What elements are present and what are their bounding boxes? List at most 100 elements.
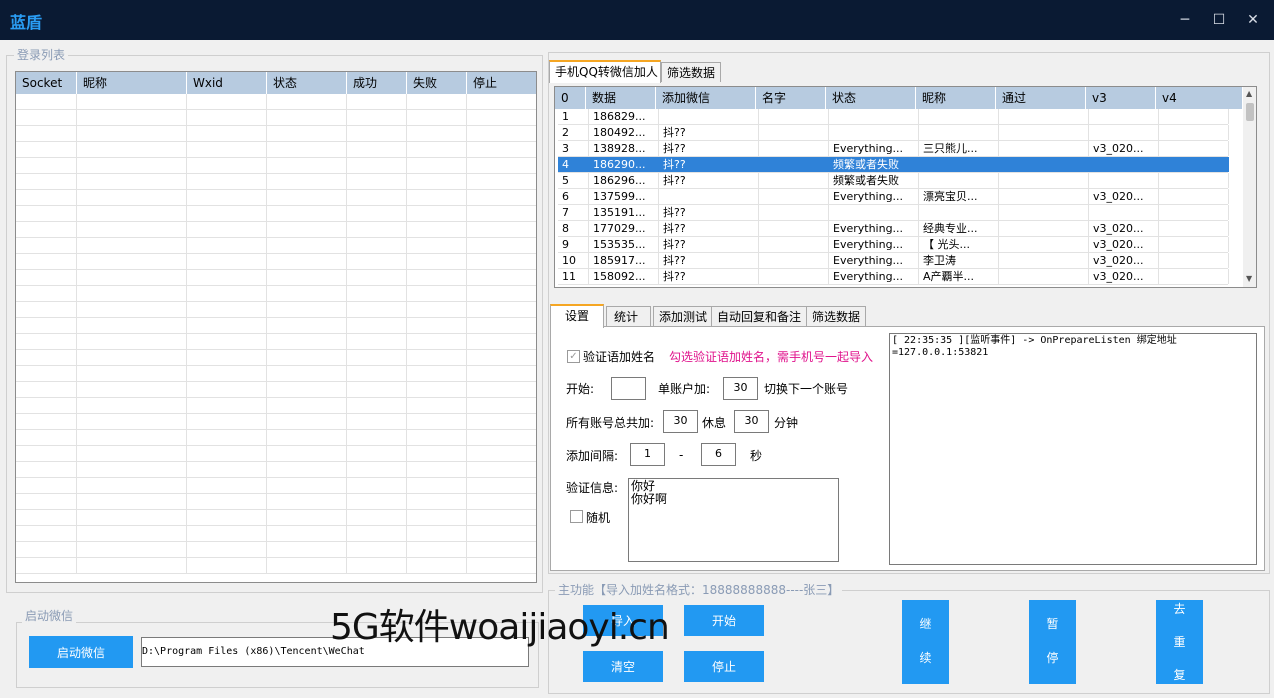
pause-char-1: 暂 (1046, 617, 1059, 631)
per-account-input[interactable]: 30 (723, 377, 758, 400)
data-table-row[interactable]: 7 135191... 抖?? (558, 205, 1229, 221)
data-col-header[interactable]: 通过 (996, 87, 1086, 109)
continue-char-2: 续 (919, 651, 932, 665)
login-empty-row (16, 510, 536, 526)
data-cell: v3_020... (1089, 269, 1159, 284)
tab-auto-reply[interactable]: 自动回复和备注 (711, 306, 808, 328)
data-cell: v3_020... (1089, 253, 1159, 268)
data-cell (999, 221, 1089, 236)
data-col-header[interactable]: 状态 (826, 87, 916, 109)
login-col-header[interactable]: 失败 (407, 72, 467, 94)
login-empty-row (16, 190, 536, 206)
data-table-row[interactable]: 9 153535... 抖?? Everything... 【 光头... v3_020.… (558, 237, 1229, 253)
minimize-icon[interactable]: ─ (1173, 8, 1197, 32)
login-table[interactable]: Socket 昵称 Wxid 状态 成功 失败 停止 (15, 71, 537, 583)
login-col-header[interactable]: 停止 (467, 72, 536, 94)
verify-message-textarea[interactable]: 你好 你好啊 (628, 478, 839, 562)
seconds-label: 秒 (750, 449, 763, 463)
data-col-header[interactable]: 昵称 (916, 87, 996, 109)
tab-statistics[interactable]: 统计 (606, 306, 651, 328)
clear-button[interactable]: 清空 (583, 651, 663, 682)
data-cell: A产覇半... (919, 269, 999, 284)
login-empty-row (16, 462, 536, 478)
data-cell (1159, 269, 1229, 284)
data-col-header[interactable]: v3 (1086, 87, 1156, 109)
data-col-header[interactable]: 数据 (586, 87, 656, 109)
data-cell (999, 269, 1089, 284)
interval-max-input[interactable]: 6 (701, 443, 736, 466)
random-label: 随机 (586, 511, 611, 525)
data-cell: 抖?? (659, 237, 759, 252)
tab-filter-data[interactable]: 筛选数据 (806, 306, 867, 328)
data-table-row[interactable]: 2 180492... 抖?? (558, 125, 1229, 141)
data-table-scrollbar[interactable]: ▲ ▼ (1243, 87, 1256, 287)
data-cell (659, 189, 759, 204)
total-input[interactable]: 30 (663, 410, 698, 433)
log-line-1: [ 22:35:35 ][监听事件] -> OnPrepareListen 绑定… (892, 335, 1177, 346)
data-cell (919, 109, 999, 124)
maximize-icon[interactable]: ☐ (1207, 8, 1231, 32)
start-input[interactable] (611, 377, 646, 400)
data-table-row[interactable]: 1 186829... (558, 109, 1229, 125)
interval-min-input[interactable]: 1 (630, 443, 665, 466)
tab-qq-to-wechat[interactable]: 手机QQ转微信加人 (549, 60, 661, 83)
data-cell (999, 189, 1089, 204)
login-empty-row (16, 174, 536, 190)
dedup-char-3: 复 (1173, 668, 1186, 682)
login-col-header[interactable]: Wxid (187, 72, 267, 94)
data-cell: 158092... (589, 269, 659, 284)
data-cell (919, 125, 999, 140)
pause-button[interactable]: 暂 停 (1029, 600, 1076, 684)
start-button[interactable]: 开始 (684, 605, 764, 636)
data-table-row[interactable]: 4 186290... 抖?? 频繁或者失败 (558, 157, 1229, 173)
tab-add-test[interactable]: 添加测试 (653, 306, 714, 328)
data-table-row[interactable]: 6 137599... Everything... 漂亮宝贝... v3_020... (558, 189, 1229, 205)
data-col-header[interactable]: 0 (555, 87, 586, 109)
random-checkbox[interactable] (570, 510, 583, 523)
login-col-header[interactable]: 昵称 (77, 72, 187, 94)
scroll-down-icon[interactable]: ▼ (1246, 274, 1252, 283)
data-table[interactable]: 0 数据 添加微信 名字 状态 昵称 通过 v3 v4 1 186829... 2 180492...… (554, 86, 1257, 288)
data-col-header[interactable]: 名字 (756, 87, 826, 109)
login-empty-row (16, 206, 536, 222)
data-cell (1159, 205, 1229, 220)
rest-input[interactable]: 30 (734, 410, 769, 433)
dedup-button[interactable]: 去 重 复 (1156, 600, 1203, 684)
data-cell: 8 (558, 221, 589, 236)
data-cell: v3_020... (1089, 189, 1159, 204)
dedup-char-2: 重 (1173, 635, 1186, 649)
data-table-row[interactable]: 5 186296... 抖?? 频繁或者失败 (558, 173, 1229, 189)
tab-filter-data-top[interactable]: 筛选数据 (661, 62, 722, 82)
data-cell: 频繁或者失败 (829, 157, 919, 172)
verify-name-checkbox[interactable]: ✓ (567, 350, 580, 363)
data-cell (659, 109, 759, 124)
data-col-header[interactable]: v4 (1156, 87, 1243, 109)
data-cell (1089, 205, 1159, 220)
data-table-row[interactable]: 10 185917... 抖?? Everything... 李卫涛 v3_020... (558, 253, 1229, 269)
stop-button[interactable]: 停止 (684, 651, 764, 682)
app-title: 蓝盾 (10, 13, 43, 32)
start-wechat-button[interactable]: 启动微信 (29, 636, 133, 668)
data-table-row[interactable]: 3 138928... 抖?? Everything... 三只熊儿... v3_020.… (558, 141, 1229, 157)
data-cell (759, 205, 829, 220)
data-table-row[interactable]: 11 158092... 抖?? Everything... A产覇半... v3_020… (558, 269, 1229, 285)
rest-label: 休息 (702, 416, 727, 430)
scroll-up-icon[interactable]: ▲ (1246, 89, 1252, 98)
data-table-row[interactable]: 8 177029... 抖?? Everything... 经典专业... v3_020.… (558, 221, 1229, 237)
data-col-header[interactable]: 添加微信 (656, 87, 756, 109)
data-cell (1089, 157, 1159, 172)
data-cell: 153535... (589, 237, 659, 252)
data-cell: 三只熊儿... (919, 141, 999, 156)
login-col-header[interactable]: 成功 (347, 72, 407, 94)
login-col-header[interactable]: Socket (16, 72, 77, 94)
tab-settings[interactable]: 设置 (550, 304, 604, 328)
login-col-header[interactable]: 状态 (267, 72, 347, 94)
event-log[interactable]: [ 22:35:35 ][监听事件] -> OnPrepareListen 绑定… (889, 333, 1257, 565)
data-cell (919, 205, 999, 220)
scroll-thumb[interactable] (1246, 103, 1254, 121)
main-functions-title: 主功能【导入加姓名格式：18888888888----张三】 (555, 583, 843, 597)
continue-button[interactable]: 继 续 (902, 600, 949, 684)
data-cell: 180492... (589, 125, 659, 140)
login-empty-row (16, 494, 536, 510)
close-icon[interactable]: ✕ (1241, 8, 1265, 32)
